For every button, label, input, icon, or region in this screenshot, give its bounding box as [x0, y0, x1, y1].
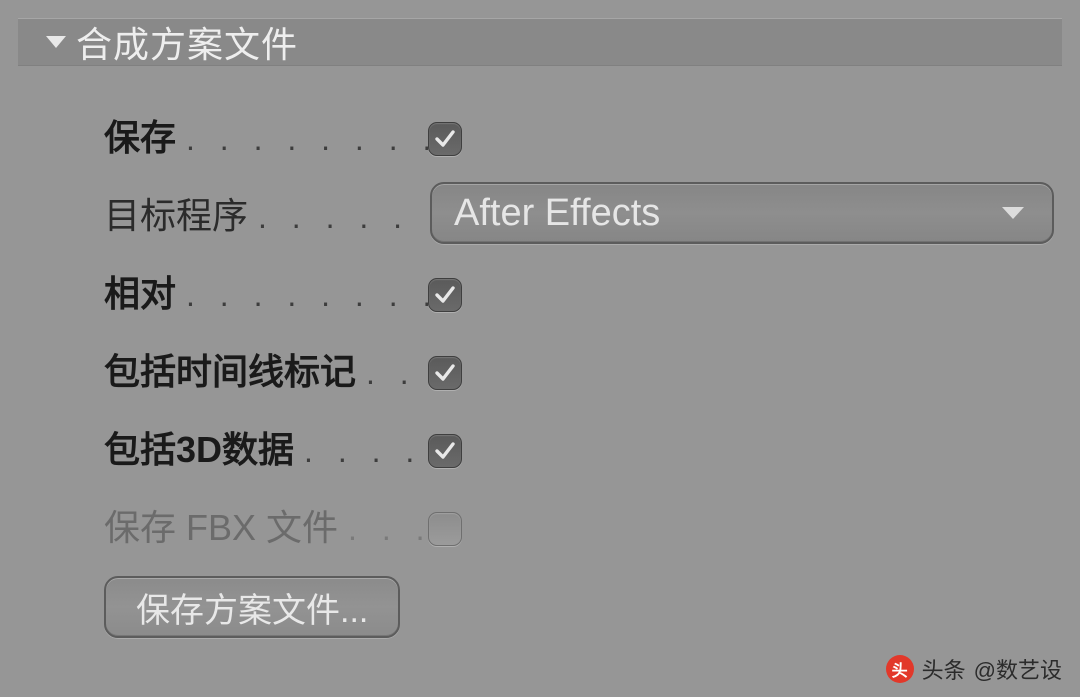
dots: . . . . . . . . . . . . . . . . — [186, 121, 428, 158]
label-wrap: 相对 . . . . . . . . . . . . . . . . — [104, 265, 428, 317]
row-save-fbx: 保存 FBX 文件 . . . . . . . . . — [18, 486, 1062, 564]
checkbox-save-fbx[interactable] — [428, 512, 462, 546]
label-save-fbx: 保存 FBX 文件 — [104, 499, 338, 551]
collapse-triangle-icon[interactable] — [46, 36, 66, 48]
chevron-down-icon — [1002, 207, 1024, 219]
checkbox-3d-data[interactable] — [428, 434, 462, 468]
checkbox-relative[interactable] — [428, 278, 462, 312]
watermark-author: @数艺设 — [974, 653, 1062, 685]
label-3d-data: 包括3D数据 — [104, 421, 294, 473]
dropdown-target-app[interactable]: After Effects — [430, 182, 1054, 244]
watermark: 头 头条 @数艺设 — [886, 653, 1062, 685]
dots: . . . . . . . . . . . . — [258, 199, 428, 236]
label-timeline-markers: 包括时间线标记 — [104, 343, 356, 395]
label-target-app: 目标程序 — [104, 187, 248, 239]
row-target-app: 目标程序 . . . . . . . . . . . . After Effec… — [18, 174, 1062, 252]
dots: . . . . . . . . . . . . . . . . — [186, 277, 428, 314]
button-label: 保存方案文件... — [136, 583, 368, 632]
dots: . . . . . . . . . — [348, 511, 428, 548]
save-project-file-button[interactable]: 保存方案文件... — [104, 576, 400, 638]
label-save: 保存 — [104, 109, 176, 161]
dropdown-value: After Effects — [454, 192, 660, 235]
section-header[interactable]: 合成方案文件 — [18, 18, 1062, 66]
checkmark-icon — [433, 439, 457, 463]
dots: . . . . . . . . — [366, 355, 428, 392]
label-relative: 相对 — [104, 265, 176, 317]
label-wrap: 包括时间线标记 . . . . . . . . — [104, 343, 428, 395]
watermark-source: 头条 — [922, 653, 966, 685]
checkmark-icon — [433, 361, 457, 385]
label-wrap: 保存 . . . . . . . . . . . . . . . . — [104, 109, 428, 161]
dots: . . . . . . . . . . . — [304, 433, 428, 470]
row-include-3d-data: 包括3D数据 . . . . . . . . . . . — [18, 408, 1062, 486]
checkbox-save[interactable] — [428, 122, 462, 156]
row-include-timeline-markers: 包括时间线标记 . . . . . . . . — [18, 330, 1062, 408]
label-wrap: 目标程序 . . . . . . . . . . . . — [104, 187, 428, 239]
checkbox-timeline-markers[interactable] — [428, 356, 462, 390]
row-relative: 相对 . . . . . . . . . . . . . . . . — [18, 252, 1062, 330]
row-save: 保存 . . . . . . . . . . . . . . . . — [18, 96, 1062, 174]
section-title: 合成方案文件 — [76, 16, 298, 68]
options-list: 保存 . . . . . . . . . . . . . . . . 目标程序 … — [18, 66, 1062, 638]
label-wrap: 保存 FBX 文件 . . . . . . . . . — [104, 499, 428, 551]
checkmark-icon — [433, 283, 457, 307]
checkmark-icon — [433, 127, 457, 151]
label-wrap: 包括3D数据 . . . . . . . . . . . — [104, 421, 428, 473]
compositing-project-panel: 合成方案文件 保存 . . . . . . . . . . . . . . . … — [0, 0, 1080, 697]
toutiao-logo-icon: 头 — [886, 655, 914, 683]
